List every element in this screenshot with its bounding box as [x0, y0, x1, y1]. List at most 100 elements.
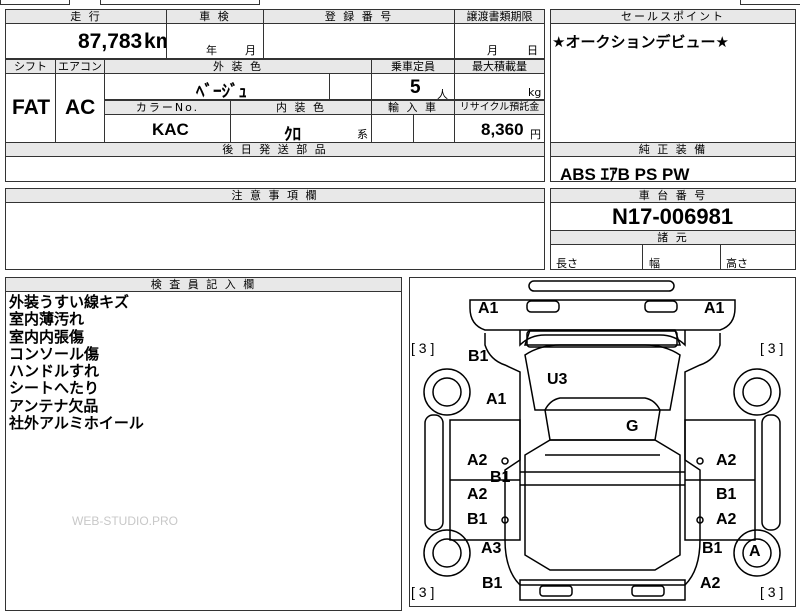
mark-right-rear-door: A2	[716, 511, 737, 528]
rear-panel-shape	[519, 579, 686, 601]
registration-cell	[263, 23, 455, 59]
front-light-left	[526, 300, 560, 313]
inspector-note: 社外アルミホイール	[9, 414, 144, 433]
recycle-header: リサイクル預託金	[454, 100, 545, 115]
standard-equipment-header: 純 正 装 備	[550, 142, 796, 157]
max-load-header: 最大積載量	[454, 59, 545, 74]
exterior-color-extra-cell	[329, 73, 372, 100]
hood-shape	[519, 330, 686, 347]
top-strip-right	[740, 0, 800, 5]
mark-right-rear-wheel: A	[749, 543, 761, 560]
inspector-note: コンソール傷	[9, 344, 100, 363]
bracket-top-right: [ 3 ]	[760, 340, 784, 356]
aircon-value: AC	[65, 96, 96, 119]
sales-point-header: セールスポイント	[550, 9, 796, 24]
wheel-front-right	[733, 368, 781, 416]
inspector-note: シートへたり	[9, 379, 100, 398]
mark-front-bumper-right: A1	[704, 300, 725, 317]
top-strip-left	[0, 0, 70, 5]
shift-value: FAT	[12, 96, 51, 119]
transfer-deadline-header: 譲渡書類期限	[454, 9, 545, 24]
left-handle-1	[501, 457, 509, 465]
wheel-front-left	[423, 368, 471, 416]
aircon-header: エアコン	[55, 59, 105, 74]
caution-cell	[5, 202, 545, 270]
shaken-header: 車 検	[166, 9, 264, 24]
sales-point-text: ★オークションデビュー★	[552, 33, 729, 51]
shaken-year-label: 年	[206, 44, 217, 57]
wheel-front-right-inner	[742, 377, 772, 407]
wheel-rear-left	[423, 529, 471, 577]
recycle-unit: 円	[530, 128, 541, 141]
right-handle-1	[696, 457, 704, 465]
cabin-shape	[524, 439, 681, 571]
front-light-right	[644, 300, 678, 313]
bracket-bottom-left: [ 3 ]	[411, 584, 435, 600]
registration-header: 登 録 番 号	[263, 9, 455, 24]
mileage-header: 走 行	[5, 9, 167, 24]
inspector-note: ハンドルすれ	[9, 362, 100, 381]
mileage-value: 87,783	[78, 30, 143, 53]
top-strip-mid	[100, 0, 260, 5]
mark-left-rear-fender: A3	[481, 540, 502, 557]
wheel-front-left-inner	[432, 377, 462, 407]
chassis-number-value: N17-006981	[612, 204, 734, 229]
transfer-day-label: 日	[527, 44, 538, 57]
caution-header: 注 意 事 項 欄	[5, 188, 545, 203]
mark-right-front-door-b: B1	[716, 486, 737, 503]
rear-light-left	[539, 585, 573, 597]
mark-hood: U3	[547, 371, 568, 388]
mark-left-rocker: B1	[467, 511, 488, 528]
mark-rear-bumper-left: B1	[482, 575, 503, 592]
import-cell-a	[371, 114, 414, 143]
standard-equipment-value: ABS ｴｱB PS PW	[560, 165, 690, 184]
inspector-note: アンテナ欠品	[9, 396, 99, 415]
front-bumper-shape	[469, 299, 736, 331]
later-parts-header: 後 日 発 送 部 品	[5, 142, 545, 157]
mark-right-rear-fender: B1	[702, 540, 723, 557]
exterior-color-header: 外 装 色	[104, 59, 372, 74]
recycle-value: 8,360	[481, 120, 524, 139]
car-diagram	[423, 280, 781, 601]
capacity-header: 乗車定員	[371, 59, 455, 74]
interior-color-cell	[230, 114, 372, 143]
import-cell-b	[413, 114, 455, 143]
later-parts-cell	[5, 156, 545, 182]
mark-left-front-area: A1	[486, 391, 507, 408]
capacity-value: 5	[410, 77, 421, 98]
color-no-header: カラーNo.	[104, 100, 231, 115]
color-no-value: KAC	[152, 120, 189, 139]
chassis-number-header: 車 台 番 号	[550, 188, 796, 203]
roof-shape	[544, 397, 661, 441]
interior-color-suffix: 系	[357, 128, 368, 141]
mark-left-front-door: A2	[467, 452, 488, 469]
rear-light-right	[631, 585, 665, 597]
transfer-month-label: 月	[487, 44, 498, 57]
exterior-color-value: ﾍﾞｰｼﾞｭ	[196, 82, 247, 101]
max-load-unit: kg	[528, 86, 542, 99]
inspector-note: 室内内張傷	[9, 327, 85, 346]
import-header: 輸 入 車	[371, 100, 455, 115]
inspector-notes: 外装うすい線キズ 室内薄汚れ 室内内張傷 コンソール傷 ハンドルすれ シートへた…	[9, 293, 144, 433]
dimensions-header: 諸 元	[550, 230, 796, 245]
mark-left-rear-door: A2	[467, 486, 488, 503]
height-label: 高さ	[726, 257, 748, 270]
shaken-month-label: 月	[245, 44, 256, 57]
watermark: WEB-STUDIO.PRO	[72, 514, 179, 528]
shift-header: シフト	[5, 59, 56, 74]
mark-left-front-fender: B1	[468, 348, 489, 365]
inspector-header: 検 査 員 記 入 欄	[5, 277, 402, 292]
right-skirt	[761, 414, 781, 531]
left-skirt	[424, 414, 444, 531]
hood-inner	[523, 329, 682, 346]
inspector-note: 外装うすい線キズ	[9, 293, 130, 311]
width-label: 幅	[649, 257, 660, 270]
top-bar-shape	[528, 280, 675, 292]
inspector-note: 室内薄汚れ	[9, 310, 85, 329]
wheel-rear-left-inner	[432, 538, 462, 568]
length-label: 長さ	[556, 257, 578, 270]
mark-right-front-door: A2	[716, 452, 737, 469]
bracket-top-left: [ 3 ]	[411, 340, 435, 356]
mark-rear-bumper-right: A2	[700, 575, 721, 592]
mark-front-bumper-left: A1	[478, 300, 499, 317]
